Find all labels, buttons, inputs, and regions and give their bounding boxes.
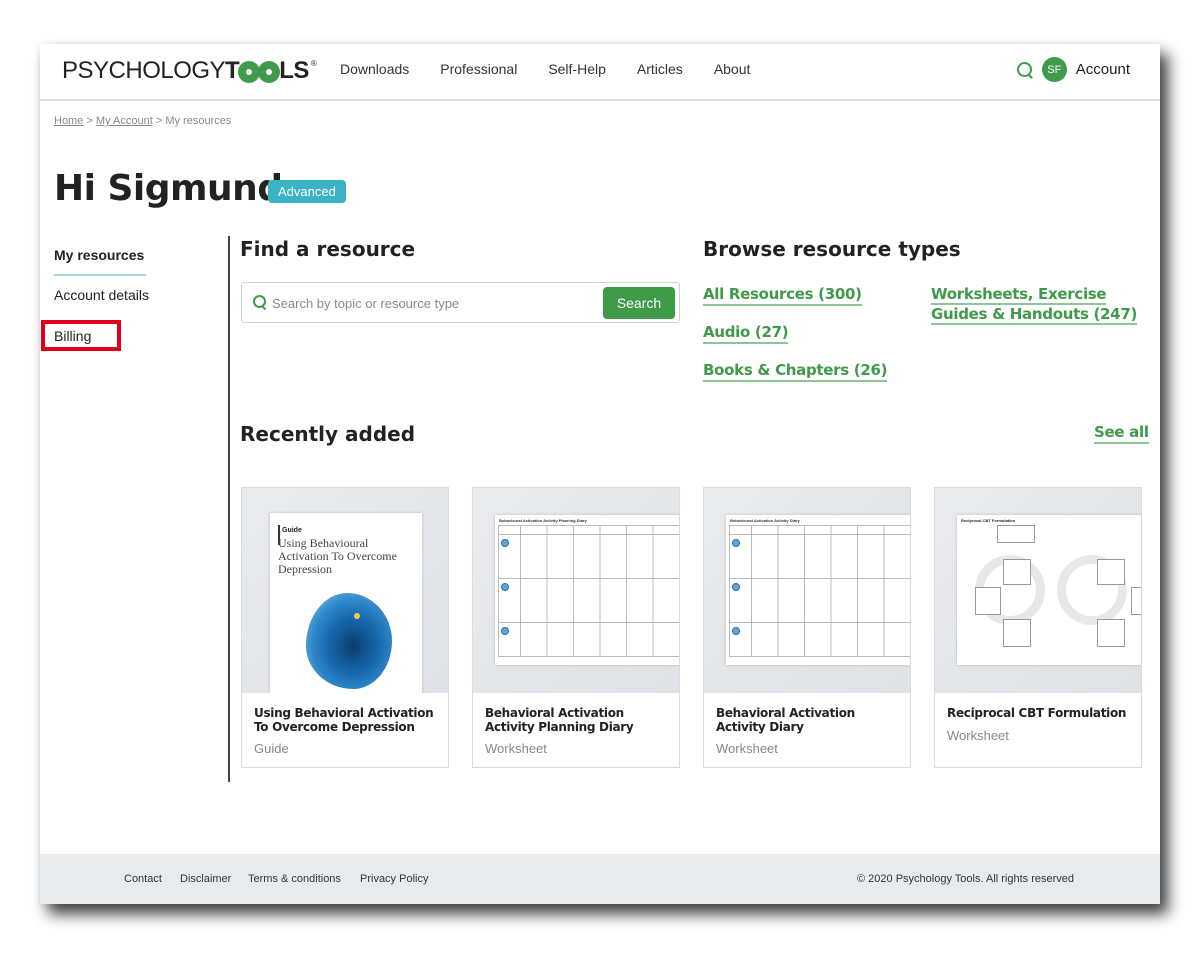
moon-icon bbox=[501, 583, 509, 591]
card-thumbnail: Behavioural Activation Activity Planning… bbox=[473, 488, 679, 693]
moon-icon bbox=[732, 583, 740, 591]
formulation-preview: Reciprocal CBT Formulation bbox=[957, 515, 1141, 665]
moon-icon bbox=[732, 539, 740, 547]
sidebar-item-account-details[interactable]: Account details bbox=[54, 287, 149, 303]
breadcrumb-current: My resources bbox=[165, 115, 232, 127]
worksheet-preview: Behavioural Activation Activity Diary bbox=[726, 515, 910, 665]
breadcrumb-home[interactable]: Home bbox=[54, 115, 83, 127]
membership-badge: Advanced bbox=[268, 180, 346, 203]
copyright: © 2020 Psychology Tools. All rights rese… bbox=[857, 873, 1075, 885]
nav-self-help[interactable]: Self-Help bbox=[548, 61, 606, 77]
guide-cover: Guide Using Behavioural Activation To Ov… bbox=[270, 513, 422, 693]
resource-card[interactable]: Behavioural Activation Activity Diary Be… bbox=[703, 487, 911, 768]
page-title: Hi Sigmund bbox=[54, 168, 283, 209]
header-actions: SF Account bbox=[1016, 57, 1130, 82]
link-books-chapters[interactable]: Books & Chapters (26) bbox=[703, 360, 888, 382]
nav-professional[interactable]: Professional bbox=[440, 61, 517, 77]
recent-heading: Recently added bbox=[240, 422, 416, 446]
breadcrumb-separator: > bbox=[155, 115, 163, 127]
find-heading: Find a resource bbox=[240, 237, 416, 261]
moon-icon bbox=[501, 539, 509, 547]
browse-heading: Browse resource types bbox=[703, 237, 961, 261]
breadcrumb-my-account[interactable]: My Account bbox=[96, 115, 153, 127]
card-thumbnail: Guide Using Behavioural Activation To Ov… bbox=[242, 488, 448, 693]
link-all-resources[interactable]: All Resources (300) bbox=[703, 284, 862, 306]
resource-card[interactable]: Guide Using Behavioural Activation To Ov… bbox=[241, 487, 449, 768]
card-title: Behavioral Activation Activity Planning … bbox=[485, 706, 634, 734]
link-worksheets[interactable]: Worksheets, Exercise Guides & Handouts (… bbox=[931, 284, 1143, 325]
link-audio[interactable]: Audio (27) bbox=[703, 322, 789, 344]
card-thumbnail: Behavioural Activation Activity Diary bbox=[704, 488, 910, 693]
site-footer: Contact Disclaimer Terms & conditions Pr… bbox=[40, 854, 1160, 904]
card-thumbnail: Reciprocal CBT Formulation bbox=[935, 488, 1141, 693]
moon-icon bbox=[732, 627, 740, 635]
nav-articles[interactable]: Articles bbox=[637, 61, 683, 77]
search-icon bbox=[253, 295, 267, 309]
resource-search: Search bbox=[241, 282, 680, 323]
account-link[interactable]: Account bbox=[1076, 61, 1130, 78]
card-title: Using Behavioral Activation To Overcome … bbox=[254, 706, 434, 734]
card-type: Guide bbox=[254, 741, 289, 756]
card-title: Behavioral Activation Activity Diary bbox=[716, 706, 855, 734]
search-icon[interactable] bbox=[1016, 61, 1034, 79]
card-title: Reciprocal CBT Formulation bbox=[947, 706, 1127, 720]
breadcrumb: Home > My Account > My resources bbox=[54, 115, 231, 127]
card-type: Worksheet bbox=[947, 728, 1009, 743]
active-indicator bbox=[54, 274, 146, 276]
footer-terms[interactable]: Terms & conditions bbox=[248, 873, 341, 885]
footer-contact[interactable]: Contact bbox=[124, 873, 162, 885]
main-nav: Downloads Professional Self-Help Article… bbox=[340, 61, 781, 77]
resource-card[interactable]: Behavioural Activation Activity Planning… bbox=[472, 487, 680, 768]
sidebar-divider bbox=[228, 236, 230, 782]
see-all-link[interactable]: See all bbox=[1094, 422, 1149, 444]
card-type: Worksheet bbox=[485, 741, 547, 756]
browser-page: PSYCHOLOGY T LS ® Downloads Professional Se… bbox=[40, 44, 1160, 904]
breadcrumb-separator: > bbox=[86, 115, 93, 127]
moon-icon bbox=[501, 627, 509, 635]
search-input[interactable] bbox=[272, 291, 592, 315]
cover-illustration bbox=[306, 593, 392, 689]
worksheet-preview: Behavioural Activation Activity Planning… bbox=[495, 515, 679, 665]
nav-downloads[interactable]: Downloads bbox=[340, 61, 409, 77]
sidebar-item-billing[interactable]: Billing bbox=[54, 328, 91, 344]
footer-privacy[interactable]: Privacy Policy bbox=[360, 873, 428, 885]
footer-disclaimer[interactable]: Disclaimer bbox=[180, 873, 231, 885]
sidebar-item-my-resources[interactable]: My resources bbox=[54, 247, 144, 263]
resource-card[interactable]: Reciprocal CBT Formulation Reciprocal CB… bbox=[934, 487, 1142, 768]
nav-about[interactable]: About bbox=[714, 61, 751, 77]
search-button[interactable]: Search bbox=[603, 287, 675, 319]
gear-icon bbox=[240, 63, 259, 81]
gear-icon bbox=[260, 63, 279, 81]
site-header: PSYCHOLOGY T LS ® Downloads Professional Se… bbox=[40, 44, 1160, 101]
avatar[interactable]: SF bbox=[1041, 57, 1067, 82]
site-logo[interactable]: PSYCHOLOGY T LS ® bbox=[62, 57, 317, 85]
card-type: Worksheet bbox=[716, 741, 778, 756]
